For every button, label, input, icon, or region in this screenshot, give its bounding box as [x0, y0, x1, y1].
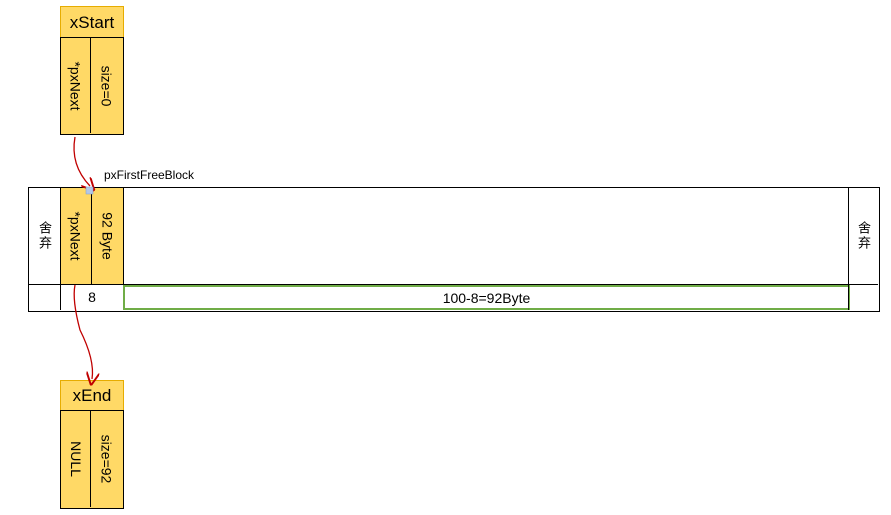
arrows-layer — [73, 136, 891, 515]
pointer-marker — [85, 186, 94, 195]
block-next-arrow — [73, 284, 92, 379]
start-next-arrow — [73, 136, 90, 186]
